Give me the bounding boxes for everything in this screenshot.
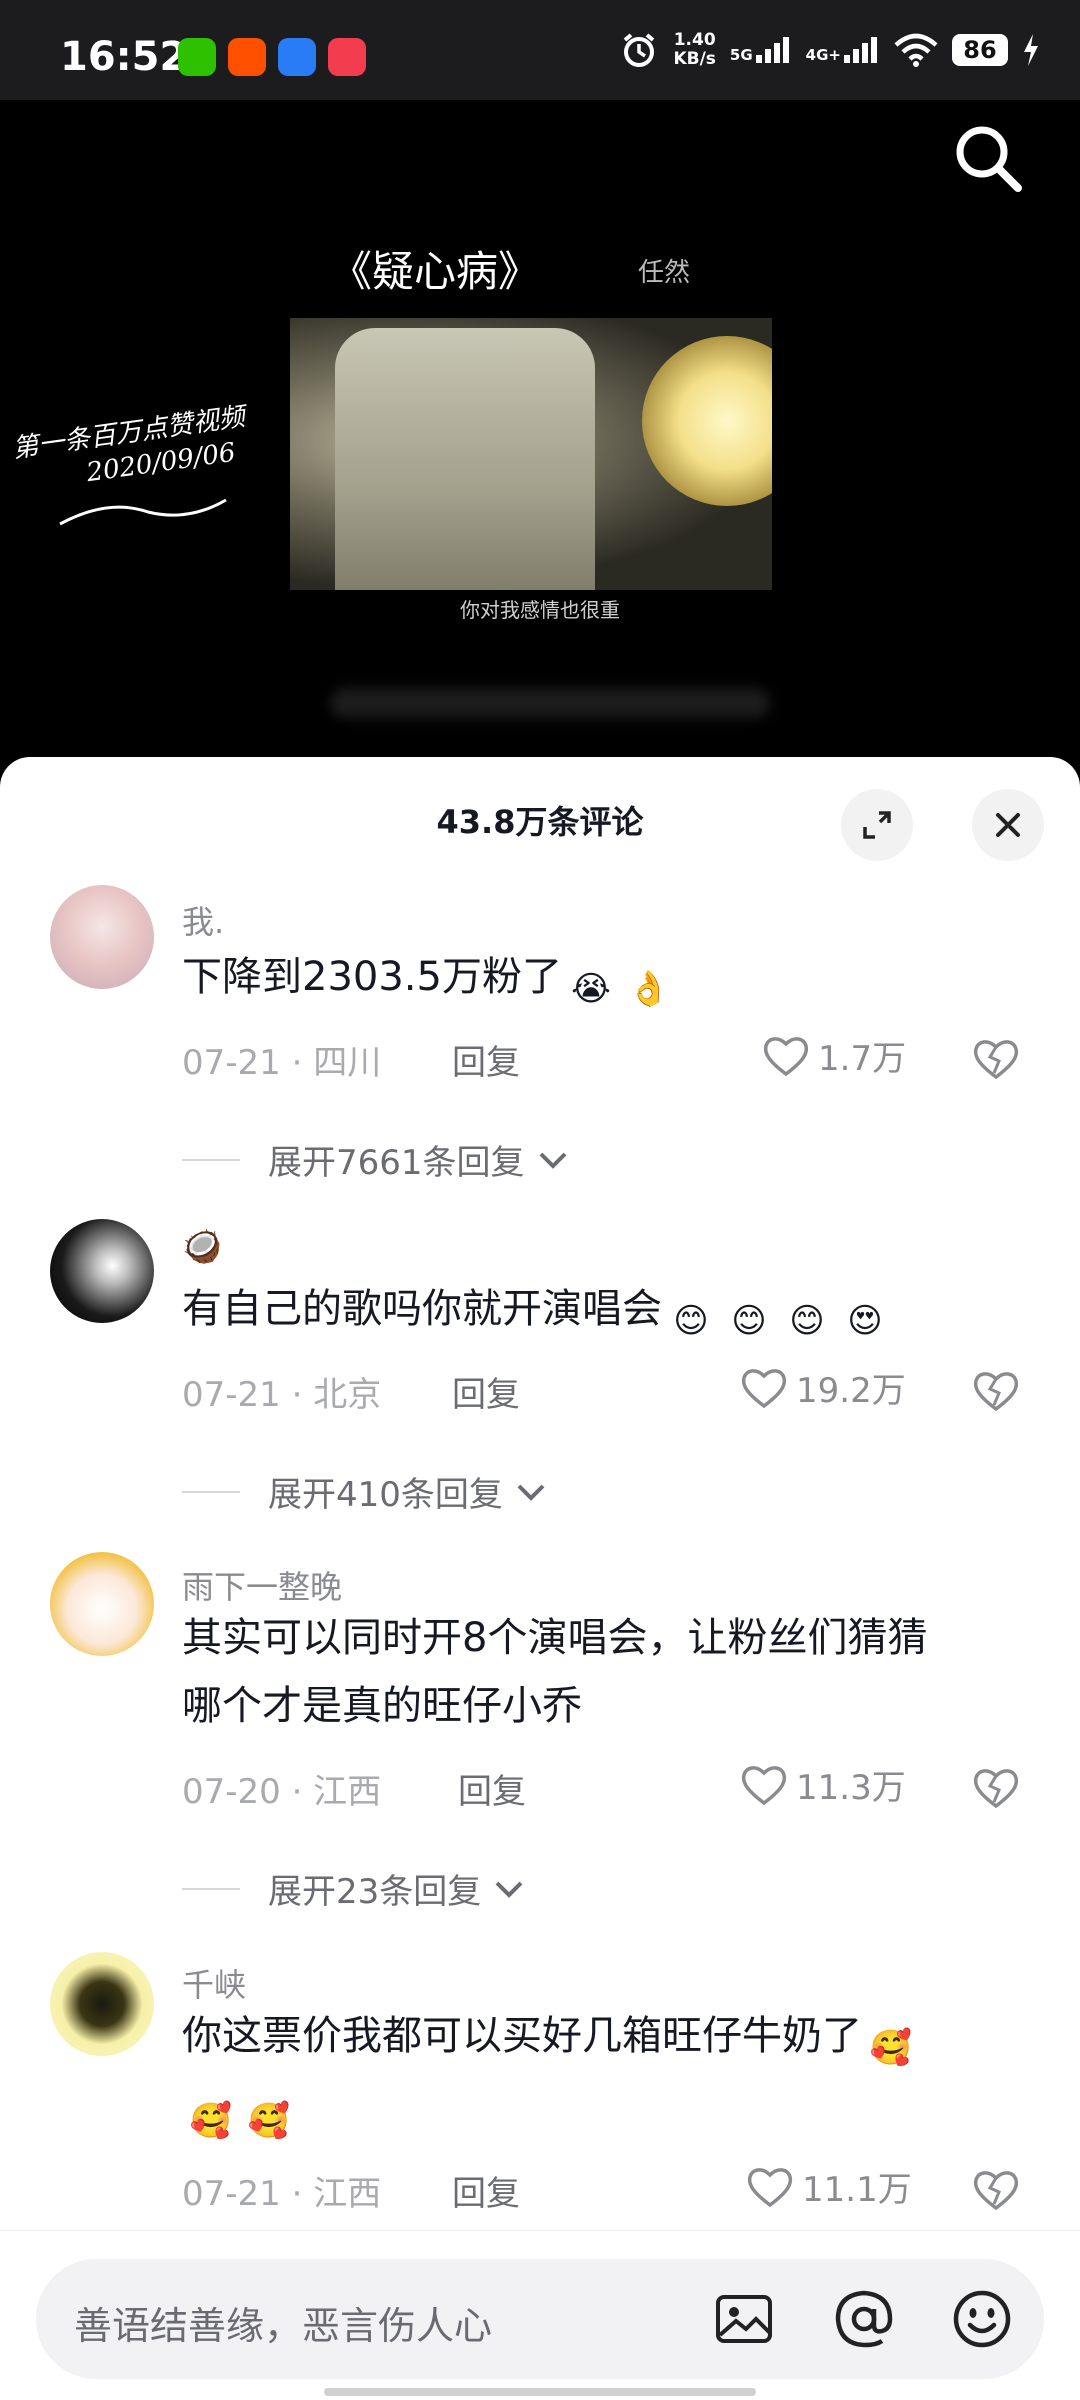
chevron-down-icon (495, 1881, 523, 1898)
like-button[interactable]: 11.3万 (740, 1760, 906, 1809)
video-frame (290, 318, 772, 590)
like-count: 11.3万 (796, 1768, 906, 1808)
video-player[interactable]: 《疑心病》 任然 第一条百万点赞视频 2020/09/06 你对我感情也很重 (0, 100, 1080, 760)
dislike-broken-heart-icon[interactable] (972, 1035, 1020, 1083)
avatar[interactable] (50, 1219, 154, 1323)
like-button[interactable]: 19.2万 (740, 1363, 906, 1412)
cell-signal-4g: 4G+ (806, 37, 880, 63)
dislike-broken-heart-icon[interactable] (972, 1764, 1020, 1812)
charging-icon (1024, 34, 1038, 66)
wechat-icon (178, 38, 216, 76)
comment-date-location: 07-20 · 江西 (182, 1772, 382, 1812)
emoji-smile-icon[interactable] (950, 2287, 1014, 2351)
divider-line (182, 1887, 240, 1890)
emoji-hugging-icon: 🥰 (189, 2101, 233, 2141)
emoji-crying-icon: 😭 (571, 969, 611, 1009)
heart-icon (741, 1368, 787, 1408)
cell-signal-5g: 5G (730, 37, 792, 63)
expand-sheet-button[interactable] (841, 789, 913, 861)
avatar[interactable] (50, 885, 154, 989)
expand-replies-button[interactable]: 展开410条回复 (182, 1467, 547, 1516)
home-indicator (324, 2388, 756, 2396)
handwritten-caption: 第一条百万点赞视频 2020/09/06 (10, 402, 247, 489)
song-artist: 任然 (638, 258, 691, 288)
comment-username[interactable]: 🥥 (182, 1227, 222, 1265)
comment-input[interactable]: 善语结善缘，恶言伤人心 (36, 2259, 1044, 2379)
emoji-ok-hand-icon: 👌 (627, 969, 671, 1009)
browser-icon (278, 38, 316, 76)
like-count: 19.2万 (796, 1371, 906, 1411)
divider-line (182, 1158, 240, 1161)
close-sheet-button[interactable] (972, 789, 1044, 861)
dislike-broken-heart-icon[interactable] (972, 2166, 1020, 2214)
emoji-hugging-icon: 🥰 (869, 2028, 913, 2068)
reply-button[interactable]: 回复 (452, 1367, 520, 1416)
person-figure (335, 328, 595, 590)
like-count: 11.1万 (802, 2170, 912, 2210)
lamp-ball (642, 336, 772, 506)
emoji-smile-icon: 😊 (789, 1301, 825, 1341)
like-button[interactable]: 1.7万 (762, 1031, 906, 1080)
comment-username[interactable]: 千峡 (182, 1960, 246, 2006)
reply-button[interactable]: 回复 (458, 1764, 526, 1813)
comment-sheet: 43.8万条评论 我. 下降到2303.5万粉了 😭 👌 07-21 · 四川 回复… (0, 757, 1080, 2400)
comment-count-title: 43.8万条评论 (436, 803, 644, 841)
comment-username[interactable]: 雨下一整晚 (182, 1562, 342, 1608)
expand-replies-button[interactable]: 展开23条回复 (182, 1864, 525, 1913)
expand-replies-button[interactable]: 展开7661条回复 (182, 1135, 569, 1184)
avatar[interactable] (50, 1952, 154, 2056)
wifi-icon (894, 33, 938, 67)
mention-at-icon[interactable] (832, 2287, 896, 2351)
signal-bars-icon (755, 37, 789, 63)
emoji-smile-icon: 😊 (731, 1301, 767, 1341)
song-title: 《疑心病》 (330, 247, 541, 296)
battery-level: 86 (952, 34, 1008, 66)
comment-input-bar: 善语结善缘，恶言伤人心 (0, 2230, 1080, 2400)
chevron-down-icon (517, 1484, 545, 1501)
like-count: 1.7万 (818, 1039, 907, 1079)
comment-date-location: 07-21 · 四川 (182, 1043, 382, 1083)
dislike-broken-heart-icon[interactable] (972, 1367, 1020, 1415)
comment-text: 其实可以同时开8个演唱会，让粉丝们猜猜 哪个才是真的旺仔小乔 (182, 1615, 928, 1729)
video-subtitle: 你对我感情也很重 (460, 598, 620, 622)
divider-line (182, 1490, 240, 1493)
notification-app-icons (178, 38, 366, 76)
heart-icon (763, 1036, 809, 1076)
status-bar: 16:52 1.40 KB/s 5G 4G+ 86 (0, 0, 1080, 100)
status-indicators: 1.40 KB/s 5G 4G+ 86 (619, 30, 1040, 70)
comment-text: 下降到2303.5万粉了 😭 👌 (182, 943, 1032, 1016)
avatar[interactable] (50, 1552, 154, 1656)
comment-text: 你这票价我都可以买好几箱旺仔牛奶了 🥰 🥰 🥰 (182, 2002, 1032, 2148)
emoji-smile-icon: 😊 (673, 1301, 709, 1341)
like-button[interactable]: 11.1万 (746, 2162, 912, 2211)
image-picker-icon[interactable] (712, 2287, 776, 2351)
signal-bars-icon (844, 37, 877, 63)
close-icon (996, 813, 1020, 837)
heart-icon (747, 2167, 793, 2207)
comment-text: 有自己的歌吗你就开演唱会 😊 😊 😊 😍 (182, 1275, 1032, 1348)
net-speed: 1.40 KB/s (673, 30, 716, 69)
alarm-icon (624, 33, 655, 67)
reply-button[interactable]: 回复 (452, 2166, 520, 2215)
comment-date-location: 07-21 · 北京 (182, 1375, 382, 1415)
status-time: 16:52 (60, 34, 188, 80)
taobao-icon (228, 38, 266, 76)
comment-date-location: 07-21 · 江西 (182, 2174, 382, 2214)
emoji-hugging-icon: 🥰 (247, 2101, 291, 2141)
expand-icon (863, 811, 891, 839)
comment-sheet-header: 43.8万条评论 (0, 757, 1080, 877)
heart-icon (741, 1765, 787, 1805)
search-icon[interactable] (948, 118, 1028, 198)
comment-input-placeholder: 善语结善缘，恶言伤人心 (74, 2304, 493, 2348)
chevron-down-icon (539, 1152, 566, 1169)
blurred-lyrics (330, 688, 770, 718)
comment-username[interactable]: 我. (182, 897, 224, 943)
reply-button[interactable]: 回复 (452, 1035, 520, 1084)
video-app-icon (328, 38, 366, 76)
emoji-heart-eyes-icon: 😍 (847, 1301, 883, 1341)
handwritten-underline (59, 498, 227, 526)
